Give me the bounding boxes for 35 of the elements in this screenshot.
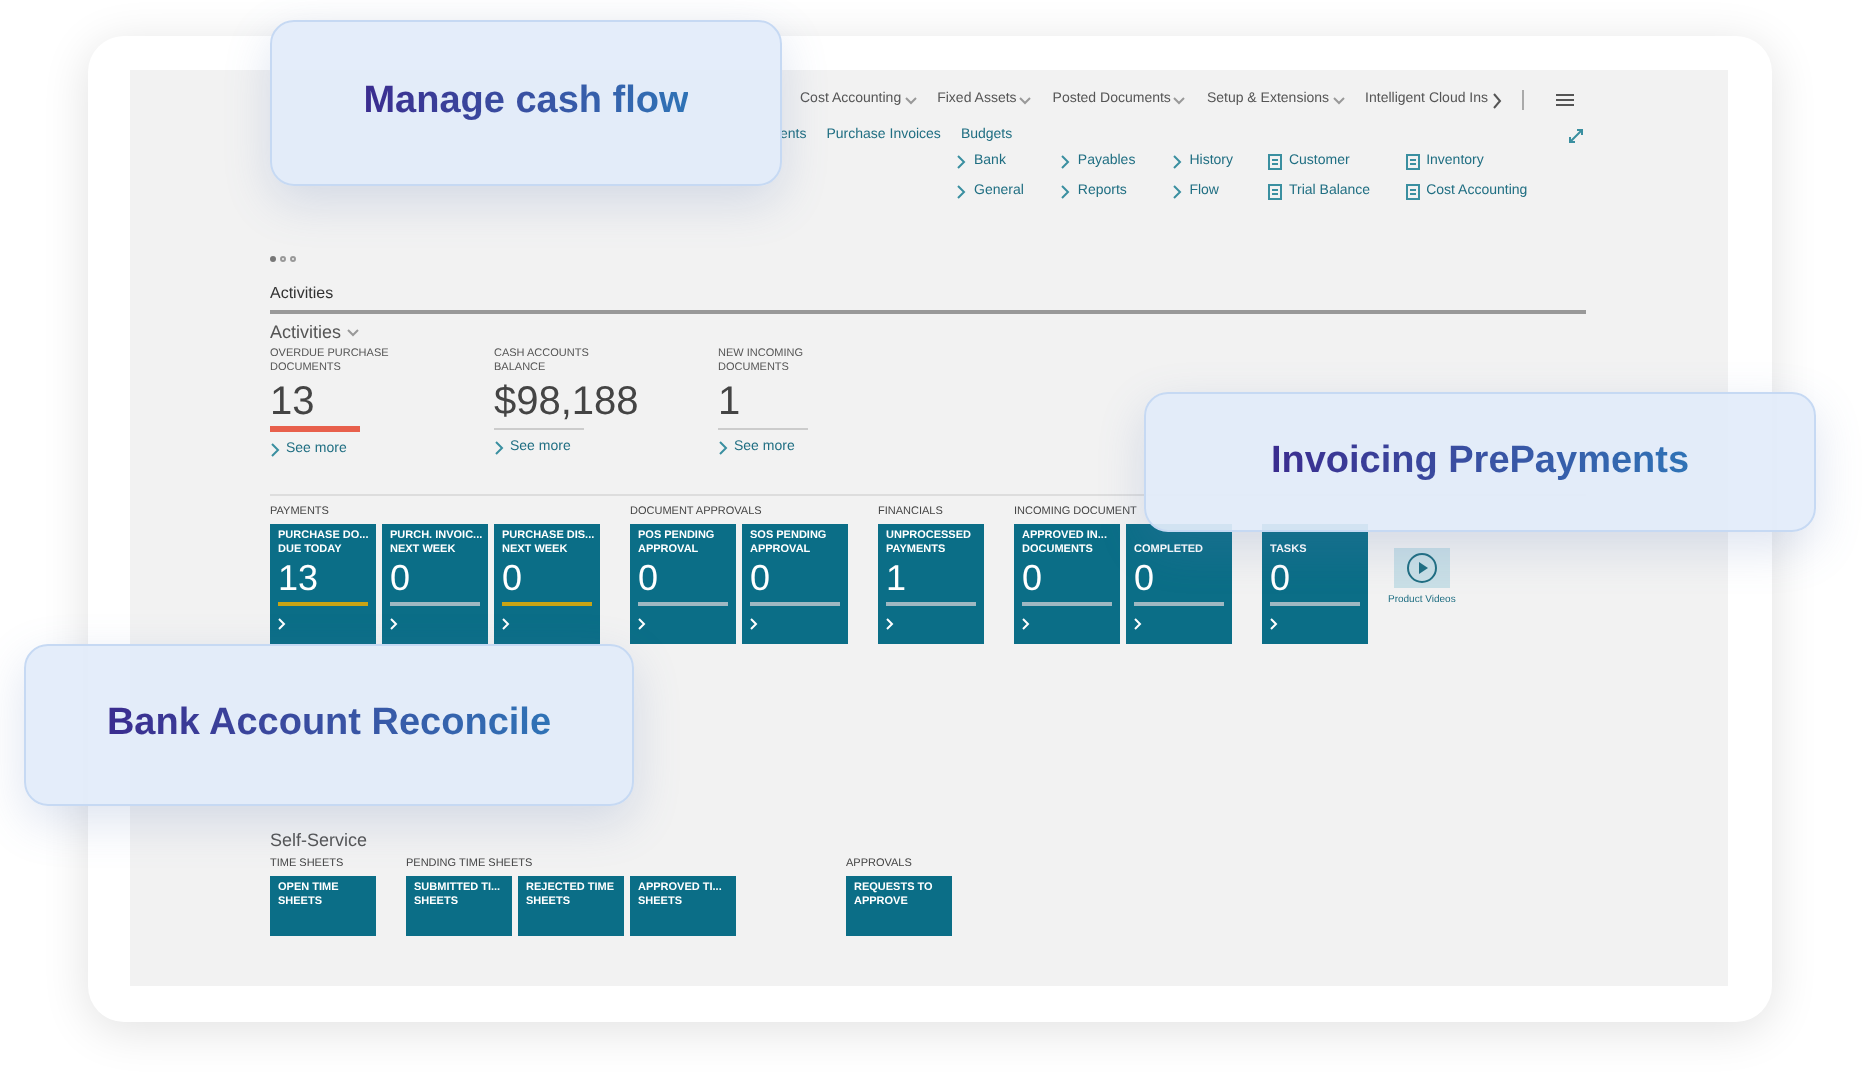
feature-callout: Bank Account Reconcile (24, 644, 634, 806)
expand-icon[interactable] (1568, 128, 1584, 144)
chevron-icon (278, 618, 286, 630)
chevron-icon (502, 618, 510, 630)
document-icon (1268, 183, 1283, 200)
video-button[interactable] (1393, 548, 1450, 588)
feature-callout: Manage cash flow (270, 20, 782, 186)
chevron-icon (1270, 618, 1278, 630)
chevron-icon (270, 441, 282, 458)
kpi-value[interactable]: $98,188 (494, 379, 639, 423)
chevron-down-icon (345, 328, 360, 339)
chevron-down-icon (1018, 95, 1033, 105)
kpi-value[interactable]: 1 (718, 379, 741, 423)
chevron-down-icon (1172, 95, 1187, 105)
activities-heading[interactable]: Activities (270, 320, 360, 347)
document-icon (1268, 154, 1283, 171)
kpi-value[interactable]: 13 (270, 379, 315, 423)
chevron-down-icon (1331, 95, 1346, 105)
chevron-icon (1022, 618, 1030, 630)
chevron-icon (494, 439, 506, 456)
chevron-icon (886, 618, 894, 630)
document-icon (1406, 183, 1421, 200)
chevron-icon (638, 618, 646, 630)
chevron-icon (1134, 618, 1142, 630)
chevron-icon (750, 618, 758, 630)
chevron-down-icon (903, 95, 918, 105)
chevron-icon (718, 439, 730, 456)
document-icon (1406, 154, 1421, 171)
feature-callout: Invoicing PrePayments (1144, 392, 1816, 532)
section-title: Self-Service (270, 828, 370, 854)
section-title: Activities (270, 282, 336, 306)
menu-icon[interactable] (1556, 94, 1575, 106)
play-icon (1405, 552, 1438, 584)
chevron-right-icon (1492, 91, 1503, 109)
chevron-icon (390, 618, 398, 630)
